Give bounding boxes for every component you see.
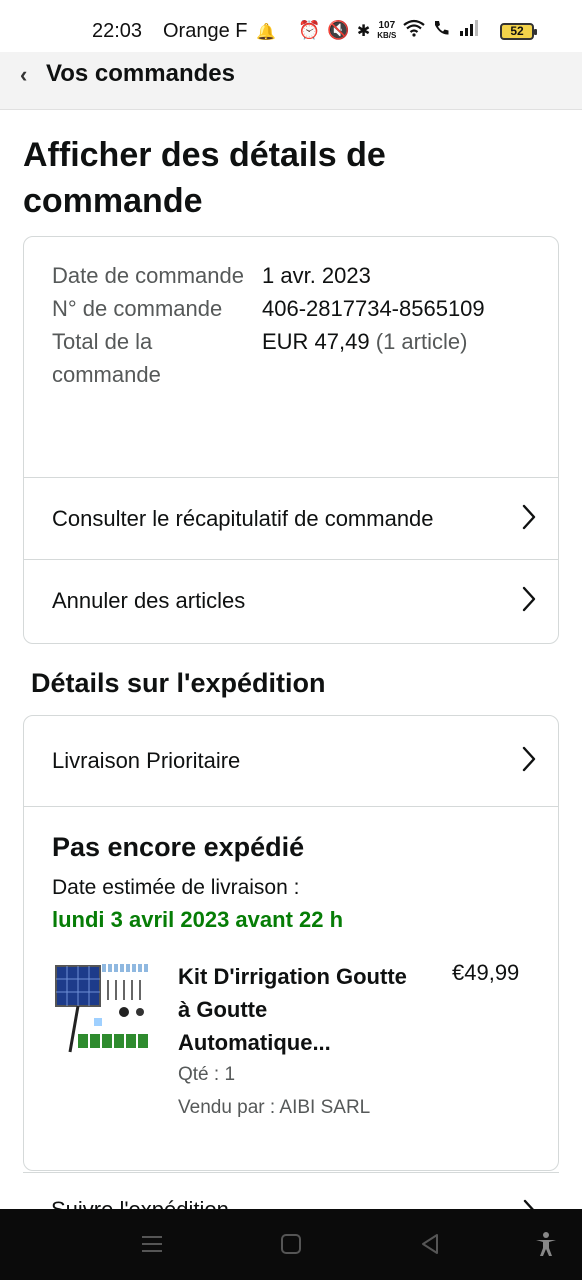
order-total-value-wrap: EUR 47,49 (1 article): [262, 325, 467, 391]
view-order-summary-link[interactable]: Consulter le récapitulatif de commande: [24, 477, 558, 559]
alarm-icon: ⏰: [298, 20, 321, 40]
shipping-method-label: Livraison Prioritaire: [52, 748, 241, 773]
order-total-label: Total de la commande: [52, 329, 161, 387]
recent-apps-icon[interactable]: [139, 1231, 165, 1257]
product-price: €49,99: [452, 960, 520, 985]
view-order-summary-label: Consulter le récapitulatif de commande: [52, 505, 434, 531]
product-seller: Vendu par : AIBI SARL: [178, 1097, 371, 1118]
cancel-items-link[interactable]: Annuler des articles: [24, 559, 558, 641]
back-link-orders[interactable]: Vos commandes: [46, 60, 235, 88]
network-speed-unit: KB/S: [377, 30, 397, 40]
accessibility-icon[interactable]: [533, 1231, 559, 1257]
order-info-row-number: N° de commande 406-2817734-8565109: [52, 292, 542, 325]
product-image[interactable]: [52, 960, 154, 1058]
wifi-call-icon: [432, 19, 452, 42]
signal-icon: [459, 19, 481, 42]
order-summary-card: Date de commande 1 avr. 2023 N° de comma…: [23, 236, 559, 644]
order-info-row-total: Total de la commande EUR 47,49 (1 articl…: [52, 325, 542, 391]
status-carrier: Orange F: [163, 20, 248, 42]
status-bar: 22:03 Orange F 🔔 ⏰ 🔇 ✱ 107 KB/S 52: [0, 0, 582, 52]
order-total-item-count: (1 article): [375, 329, 468, 354]
mute-icon: 🔇: [327, 20, 350, 40]
notification-bell-icon: 🔔: [256, 24, 276, 41]
battery-indicator: 52: [500, 23, 537, 40]
chevron-right-icon: [522, 504, 536, 530]
divider: [24, 806, 558, 807]
delivery-estimate-label: Date estimée de livraison :: [52, 876, 300, 899]
cancel-items-label: Annuler des articles: [52, 587, 246, 613]
order-date-value: 1 avr. 2023: [262, 263, 371, 288]
order-total-value: EUR 47,49: [262, 329, 370, 354]
nav-header: ‹ Vos commandes: [0, 52, 582, 110]
back-icon[interactable]: [417, 1231, 443, 1257]
chevron-left-icon[interactable]: ‹: [20, 62, 27, 88]
chevron-right-icon: [522, 586, 536, 612]
product-title-link[interactable]: Kit D'irrigation Goutte à Goutte Automat…: [178, 960, 408, 1059]
wifi-icon: [403, 19, 426, 42]
order-info-row-date: Date de commande 1 avr. 2023: [52, 259, 542, 292]
battery-level: 52: [510, 24, 524, 38]
home-icon[interactable]: [278, 1231, 304, 1257]
track-shipment-link[interactable]: Suivre l'expédition: [23, 1172, 559, 1210]
shipping-section-title: Détails sur l'expédition: [31, 668, 326, 698]
shipment-status: Pas encore expédié: [52, 832, 305, 862]
page-title: Afficher des détails de commande: [23, 136, 386, 220]
bluetooth-icon: ✱: [356, 22, 371, 40]
order-date-label: Date de commande: [52, 263, 244, 288]
order-number-label: N° de commande: [52, 296, 223, 321]
delivery-estimate-date: lundi 3 avril 2023 avant 22 h: [52, 907, 344, 932]
chevron-right-icon: [522, 746, 536, 772]
system-navigation-bar: [0, 1209, 582, 1280]
shipping-method-link[interactable]: Livraison Prioritaire: [24, 716, 558, 806]
network-speed: 107 KB/S: [377, 19, 397, 41]
order-info-grid: Date de commande 1 avr. 2023 N° de comma…: [52, 259, 542, 391]
product-quantity: Qté : 1: [178, 1064, 236, 1085]
status-icons: ⏰ 🔇 ✱ 107 KB/S: [298, 19, 481, 42]
network-speed-value: 107: [378, 19, 396, 31]
shipment-card: Livraison Prioritaire Pas encore expédié…: [23, 715, 559, 1171]
order-number-value: 406-2817734-8565109: [262, 296, 485, 321]
status-time: 22:03: [92, 20, 143, 42]
